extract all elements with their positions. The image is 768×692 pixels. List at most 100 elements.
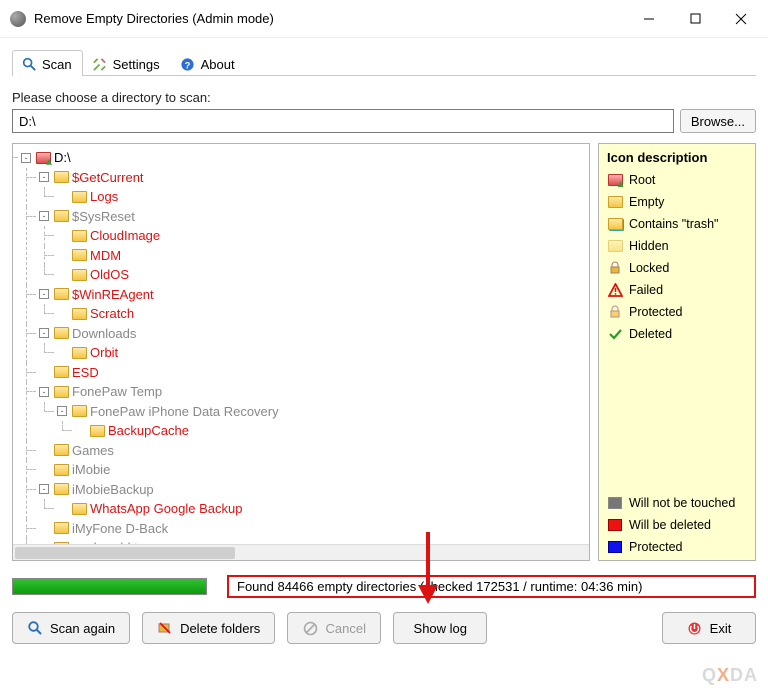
help-icon: ?: [180, 56, 196, 72]
tree-item[interactable]: Logs: [55, 187, 587, 207]
folder-icon: [72, 269, 87, 281]
folder-icon: [72, 230, 87, 242]
legend-panel: Icon description Root Empty Contains "tr…: [598, 143, 756, 561]
button-label: Exit: [710, 621, 732, 636]
tree-item[interactable]: -iMobieBackup: [37, 480, 587, 500]
legend-locked: Locked: [607, 261, 747, 275]
folder-icon: [54, 210, 69, 222]
close-button[interactable]: [718, 4, 764, 34]
delete-icon: [157, 620, 173, 636]
folder-icon: [54, 483, 69, 495]
legend-root: Root: [607, 173, 747, 187]
expand-toggle[interactable]: -: [21, 153, 31, 163]
tree-item[interactable]: iMyFone D-Back: [37, 519, 587, 539]
tab-scan[interactable]: Scan: [12, 50, 83, 76]
root-icon: [36, 152, 51, 164]
expand-toggle[interactable]: -: [39, 289, 49, 299]
tree-item-label: FonePaw Temp: [72, 382, 162, 402]
tree-item-label: WhatsApp Google Backup: [90, 499, 242, 519]
folder-icon: [54, 464, 69, 476]
delete-folders-button[interactable]: Delete folders: [142, 612, 275, 644]
warning-icon: [607, 283, 623, 297]
tree-view[interactable]: -D:\-$GetCurrentLogs-$SysResetCloudImage…: [12, 143, 590, 561]
tree-item[interactable]: Orbit: [55, 343, 587, 363]
svg-text:?: ?: [185, 60, 191, 70]
tree-item-label: $GetCurrent: [72, 168, 144, 188]
button-label: Scan again: [50, 621, 115, 636]
tree-item[interactable]: -FonePaw iPhone Data Recovery: [55, 402, 587, 422]
root-icon: [607, 173, 623, 187]
titlebar: Remove Empty Directories (Admin mode): [0, 0, 768, 38]
tree-item[interactable]: - $SysReset: [37, 207, 587, 227]
tree-item-label: Orbit: [90, 343, 118, 363]
folder-icon: [72, 347, 87, 359]
exit-icon: [687, 620, 703, 636]
tree-item-label: Scratch: [90, 304, 134, 324]
minimize-button[interactable]: [626, 4, 672, 34]
tree-item-label: $SysReset: [72, 207, 135, 227]
tab-bar: Scan Settings ? About: [12, 46, 756, 76]
maximize-button[interactable]: [672, 4, 718, 34]
tree-item-label: Downloads: [72, 324, 136, 344]
tab-label: Scan: [42, 57, 72, 72]
directory-input[interactable]: [12, 109, 674, 133]
expand-toggle[interactable]: -: [39, 328, 49, 338]
tree-item[interactable]: CloudImage: [55, 226, 587, 246]
exit-button[interactable]: Exit: [662, 612, 756, 644]
lock-icon: [607, 261, 623, 275]
folder-icon: [54, 444, 69, 456]
tree-item[interactable]: BackupCache: [73, 421, 587, 441]
watermark: QXDA: [702, 665, 758, 686]
folder-icon: [72, 191, 87, 203]
tree-item[interactable]: - FonePaw Temp: [37, 382, 587, 402]
browse-button[interactable]: Browse...: [680, 109, 756, 133]
tree-item[interactable]: - Downloads: [37, 324, 587, 344]
tree-item[interactable]: OldOS: [55, 265, 587, 285]
expand-toggle[interactable]: -: [39, 211, 49, 221]
tree-item[interactable]: - $WinREAgent: [37, 285, 587, 305]
legend-hidden: Hidden: [607, 239, 747, 253]
tools-icon: [92, 56, 108, 72]
tree-item[interactable]: - $GetCurrent: [37, 168, 587, 188]
tree-item[interactable]: iMobie: [37, 460, 587, 480]
folder-icon: [72, 308, 87, 320]
tab-settings[interactable]: Settings: [83, 50, 171, 76]
app-icon: [10, 11, 26, 27]
tree-item-label: iMobie: [72, 460, 110, 480]
tree-item[interactable]: WhatsApp Google Backup: [55, 499, 587, 519]
expand-toggle[interactable]: -: [39, 484, 49, 494]
expand-toggle[interactable]: -: [39, 387, 49, 397]
tree-item[interactable]: Games: [37, 441, 587, 461]
tree-item[interactable]: Scratch: [55, 304, 587, 324]
tree-item[interactable]: MDM: [55, 246, 587, 266]
horizontal-scrollbar[interactable]: [13, 544, 589, 560]
legend-deleted: Deleted: [607, 327, 747, 341]
folder-icon: [54, 366, 69, 378]
folder-icon: [607, 195, 623, 209]
expand-toggle[interactable]: -: [39, 172, 49, 182]
folder-icon: [54, 386, 69, 398]
folder-icon: [54, 327, 69, 339]
folder-icon: [54, 171, 69, 183]
folder-icon: [90, 425, 105, 437]
tree-item-label: MDM: [90, 246, 121, 266]
tree-item-label: $WinREAgent: [72, 285, 154, 305]
tree-item[interactable]: ESD: [37, 363, 587, 383]
scan-again-button[interactable]: Scan again: [12, 612, 130, 644]
button-label: Show log: [414, 621, 467, 636]
search-icon: [27, 620, 43, 636]
tab-about[interactable]: ? About: [171, 50, 246, 76]
show-log-button[interactable]: Show log: [393, 612, 487, 644]
window-title: Remove Empty Directories (Admin mode): [34, 11, 274, 26]
tree-item-label: iMyFone D-Back: [72, 519, 168, 539]
legend-title: Icon description: [607, 150, 747, 165]
status-text: Found 84466 empty directories (checked 1…: [227, 575, 756, 598]
legend-trash: Contains "trash": [607, 217, 747, 231]
folder-trash-icon: [607, 217, 623, 231]
button-label: Delete folders: [180, 621, 260, 636]
progress-bar: [12, 578, 207, 595]
cancel-button[interactable]: Cancel: [287, 612, 381, 644]
expand-toggle[interactable]: -: [57, 406, 67, 416]
tree-item-label: BackupCache: [108, 421, 189, 441]
tree-root[interactable]: -D:\: [19, 148, 587, 168]
